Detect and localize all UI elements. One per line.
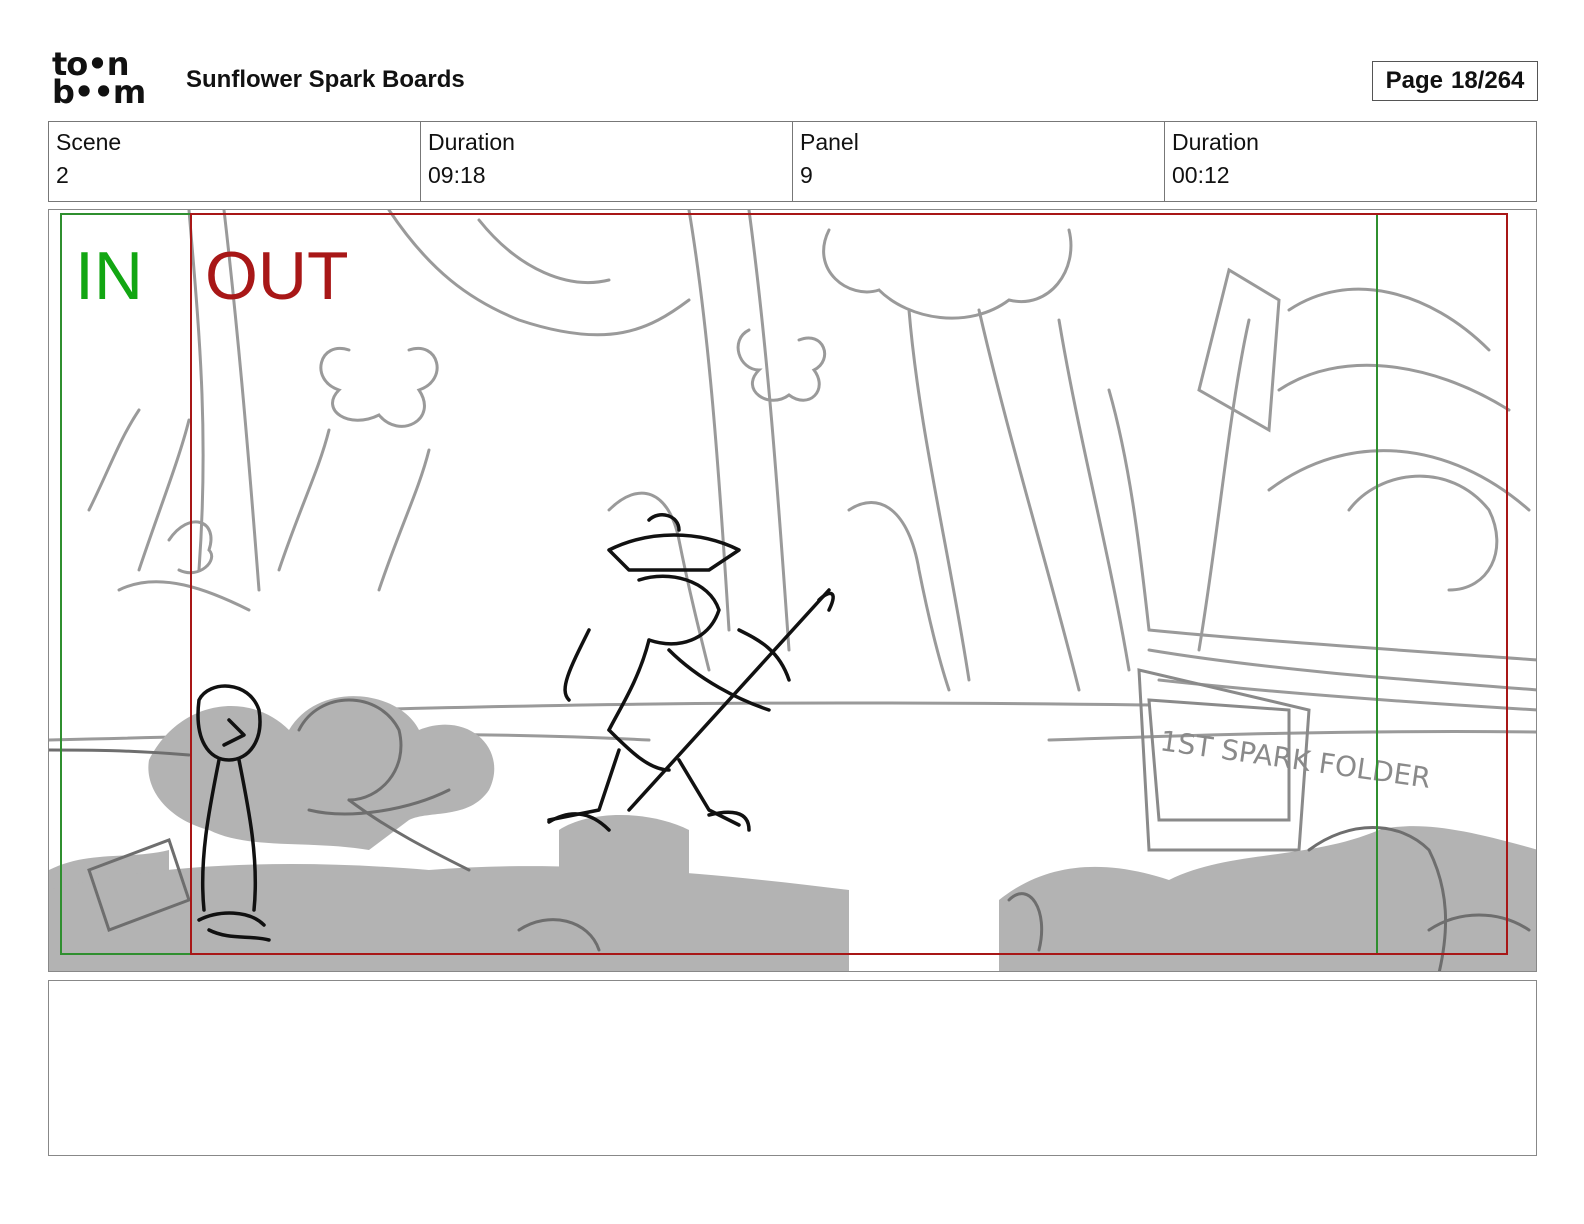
- in-marker: IN: [75, 238, 143, 314]
- info-cell-scene-duration: Duration 09:18: [421, 122, 793, 201]
- info-cell-panel: Panel 9: [793, 122, 1165, 201]
- info-table: Scene 2 Duration 09:18 Panel 9 Duration …: [48, 121, 1537, 202]
- storyboard-panel: 1ST SPARK FOLDER IN OUT: [48, 209, 1537, 972]
- scene-duration-label: Duration: [428, 129, 515, 155]
- panel-label: Panel: [800, 129, 859, 155]
- out-marker: OUT: [205, 238, 349, 314]
- panel-duration-value: 00:12: [1172, 162, 1230, 188]
- scene-label: Scene: [56, 129, 122, 155]
- panel-duration-label: Duration: [1172, 129, 1259, 155]
- notes-box[interactable]: [48, 980, 1537, 1156]
- sketch-drawing: 1ST SPARK FOLDER: [49, 210, 1536, 971]
- toonboom-logo: to•n b••m: [52, 48, 164, 112]
- panel-value: 9: [800, 162, 813, 188]
- sign-sketch: 1ST SPARK FOLDER: [1137, 668, 1433, 852]
- page-indicator: Page 18/264: [1372, 61, 1538, 101]
- scene-duration-value: 09:18: [428, 162, 486, 188]
- info-cell-panel-duration: Duration 00:12: [1165, 122, 1536, 201]
- sign-text: 1ST SPARK FOLDER: [1158, 724, 1433, 795]
- page-label: Page: [1385, 67, 1443, 94]
- project-title: Sunflower Spark Boards: [186, 66, 465, 93]
- logo-line-2: b••m: [52, 73, 146, 111]
- page-number: 18/264: [1450, 67, 1525, 94]
- scene-value: 2: [56, 162, 69, 188]
- out-frame: [190, 213, 1508, 955]
- info-cell-scene: Scene 2: [49, 122, 421, 201]
- foreground-shadows: [49, 696, 1536, 971]
